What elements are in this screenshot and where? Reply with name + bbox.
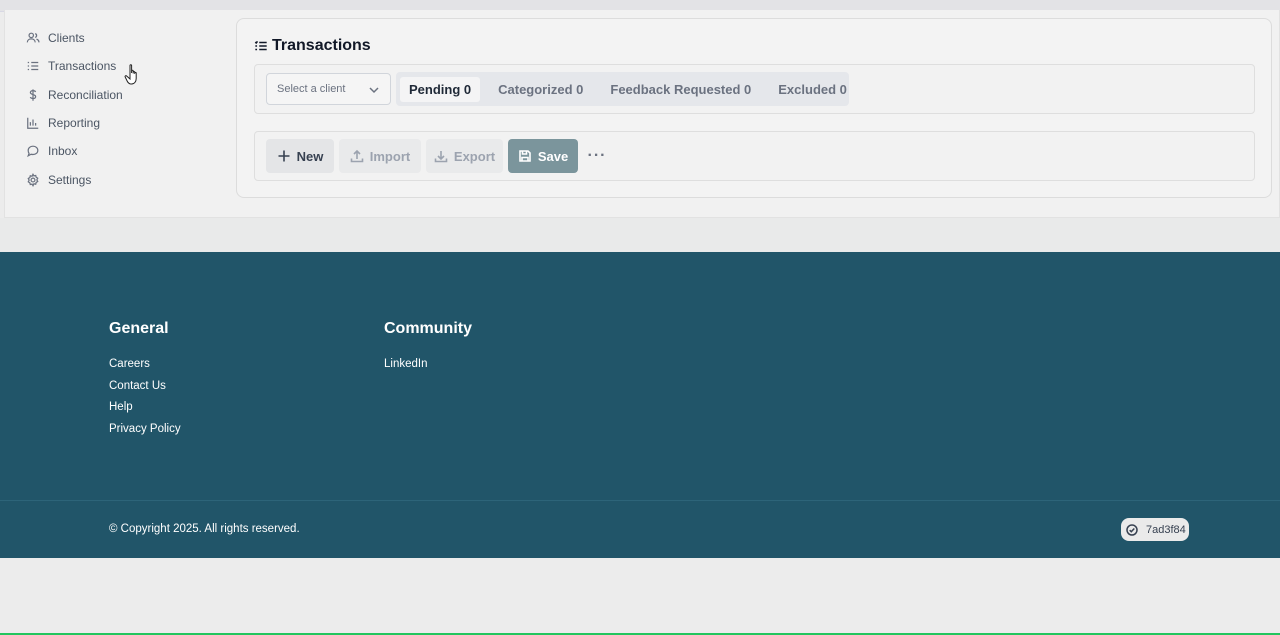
- footer-link-careers[interactable]: Careers: [109, 358, 181, 380]
- page-title: Transactions: [254, 37, 371, 55]
- client-select[interactable]: Select a client: [266, 73, 391, 105]
- bar-chart-icon: [27, 117, 39, 129]
- check-circle-icon: [1126, 523, 1138, 536]
- save-button[interactable]: Save: [508, 139, 578, 173]
- new-button[interactable]: New: [266, 139, 334, 173]
- sidebar-item-inbox[interactable]: Inbox: [26, 137, 216, 165]
- more-options-button[interactable]: ···: [585, 139, 609, 173]
- footer-link-contact-us[interactable]: Contact Us: [109, 380, 181, 402]
- sidebar-item-transactions[interactable]: Transactions: [26, 52, 216, 80]
- copyright-text: © Copyright 2025. All rights reserved.: [109, 523, 300, 535]
- inbox-icon: [27, 145, 39, 158]
- status-tabs: Pending 0 Categorized 0 Feedback Request…: [396, 72, 849, 106]
- version-badge: 7ad3f84: [1121, 518, 1189, 541]
- import-button-label: Import: [369, 148, 411, 164]
- gear-icon: [27, 172, 39, 187]
- filter-bar: Select a client Pending 0 Categorized 0 …: [254, 64, 1255, 114]
- action-toolbar: New Import Export Save ···: [254, 131, 1255, 181]
- list-check-icon: [254, 40, 267, 51]
- tab-pending[interactable]: Pending 0: [400, 76, 481, 102]
- sidebar-item-label: Reconciliation: [48, 87, 123, 102]
- sidebar-item-settings[interactable]: Settings: [26, 165, 216, 193]
- tab-excluded[interactable]: Excluded 0: [769, 77, 856, 102]
- footer-general-column: General Careers Contact Us Help Privacy …: [109, 320, 181, 445]
- download-icon: [434, 151, 448, 163]
- upload-icon: [350, 149, 364, 163]
- export-button-label: Export: [453, 148, 496, 164]
- footer-link-help[interactable]: Help: [109, 401, 181, 423]
- site-footer: General Careers Contact Us Help Privacy …: [0, 252, 1280, 558]
- users-icon: [26, 32, 40, 43]
- new-button-label: New: [296, 148, 324, 164]
- client-select-placeholder: Select a client: [277, 83, 346, 95]
- version-text: 7ad3f84: [1146, 523, 1186, 536]
- sidebar: Clients Transactions Reconciliation Repo…: [26, 24, 216, 194]
- bottom-band: [0, 558, 1280, 635]
- sidebar-item-label: Reporting: [48, 116, 101, 131]
- chevron-down-icon: [369, 87, 379, 94]
- sidebar-item-label: Inbox: [48, 144, 78, 159]
- export-button[interactable]: Export: [426, 139, 503, 173]
- transactions-card: Transactions Select a client Pending 0 C…: [236, 18, 1272, 198]
- sidebar-item-label: Settings: [48, 172, 92, 187]
- footer-link-linkedin[interactable]: LinkedIn: [384, 358, 472, 380]
- gap-band: [0, 218, 1280, 252]
- footer-community-heading: Community: [384, 320, 472, 337]
- sidebar-item-label: Clients: [48, 31, 85, 46]
- plus-icon: [278, 150, 290, 162]
- import-button[interactable]: Import: [339, 139, 421, 173]
- footer-general-heading: General: [109, 320, 169, 337]
- floppy-disk-icon: [519, 150, 531, 162]
- dollar-icon: [29, 89, 37, 101]
- hand-pointer-cursor-icon: [124, 64, 137, 85]
- footer-divider: [0, 500, 1280, 501]
- sidebar-item-clients[interactable]: Clients: [26, 24, 216, 52]
- tab-categorized[interactable]: Categorized 0: [489, 77, 592, 102]
- footer-link-privacy-policy[interactable]: Privacy Policy: [109, 423, 181, 445]
- page-title-text: Transactions: [272, 37, 371, 54]
- tab-feedback-requested[interactable]: Feedback Requested 0: [601, 77, 760, 102]
- sidebar-item-reporting[interactable]: Reporting: [26, 109, 216, 137]
- list-icon: [27, 62, 39, 71]
- sidebar-item-label: Transactions: [48, 59, 117, 74]
- footer-community-column: Community LinkedIn: [384, 320, 472, 380]
- save-button-label: Save: [537, 148, 569, 164]
- sidebar-item-reconciliation[interactable]: Reconciliation: [26, 81, 216, 109]
